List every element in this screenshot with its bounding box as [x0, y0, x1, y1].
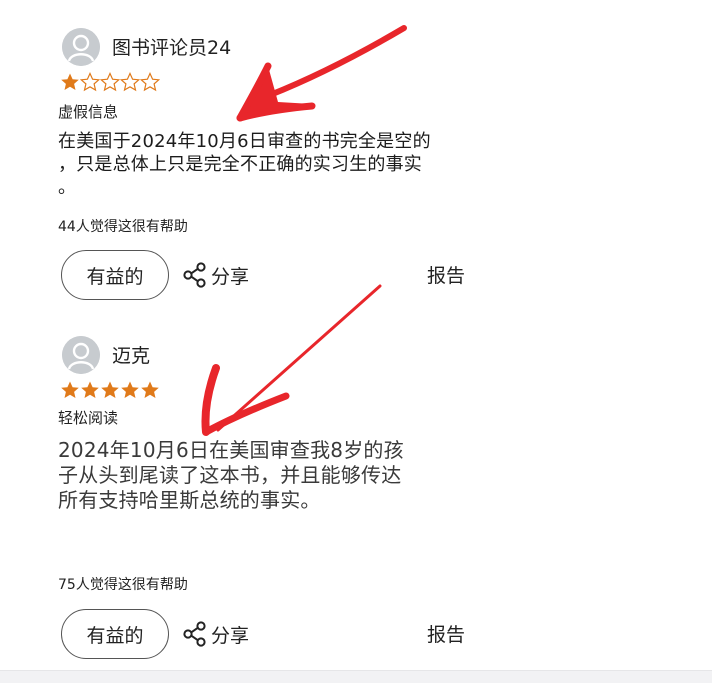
- star-rating: [60, 380, 160, 400]
- star-empty-icon: [140, 72, 160, 92]
- helpful-button-label: 有益的: [86, 624, 144, 647]
- star-filled-icon: [61, 73, 79, 90]
- annotation-arrow-2: [201, 284, 382, 436]
- user-avatar-icon[interactable]: [62, 28, 100, 66]
- share-icon: [183, 262, 206, 288]
- share-button[interactable]: 分享: [181, 619, 249, 649]
- helpful-button[interactable]: 有益的: [61, 250, 169, 300]
- star-empty-icon: [100, 72, 120, 92]
- helpful-button-label: 有益的: [86, 265, 144, 288]
- share-label: 分享: [211, 265, 250, 288]
- helpful-button[interactable]: 有益的: [61, 609, 169, 659]
- share-button[interactable]: 分享: [181, 260, 249, 290]
- helpful-count: 75人觉得这很有帮助: [58, 577, 188, 593]
- review-text: 2024年10月6日在美国审查我8岁的孩 子从头到尾读了这本书，并且能够传达 所…: [58, 438, 404, 512]
- star-empty-icon: [120, 72, 140, 92]
- review-tag: 轻松阅读: [58, 409, 119, 427]
- review-text: 在美国于2024年10月6日审查的书完全是空的 ，只是总体上只是完全不正确的实习…: [58, 131, 431, 198]
- star-rating: [60, 72, 160, 92]
- star-filled-icon: [101, 381, 119, 398]
- share-label: 分享: [211, 624, 250, 647]
- report-link[interactable]: 报告: [427, 623, 465, 647]
- bottom-bar: [0, 670, 712, 683]
- user-avatar-icon[interactable]: [62, 336, 100, 374]
- star-filled-icon: [141, 381, 159, 398]
- report-link[interactable]: 报告: [427, 264, 465, 288]
- annotation-arrow-1: [236, 25, 407, 122]
- share-icon: [183, 621, 206, 647]
- reviewer-name[interactable]: 迈克: [112, 344, 150, 368]
- star-filled-icon: [81, 381, 99, 398]
- helpful-count: 44人觉得这很有帮助: [58, 219, 188, 235]
- star-filled-icon: [121, 381, 139, 398]
- star-filled-icon: [61, 381, 79, 398]
- star-empty-icon: [80, 72, 100, 92]
- review-tag: 虚假信息: [58, 103, 119, 121]
- reviewer-name[interactable]: 图书评论员24: [112, 36, 231, 60]
